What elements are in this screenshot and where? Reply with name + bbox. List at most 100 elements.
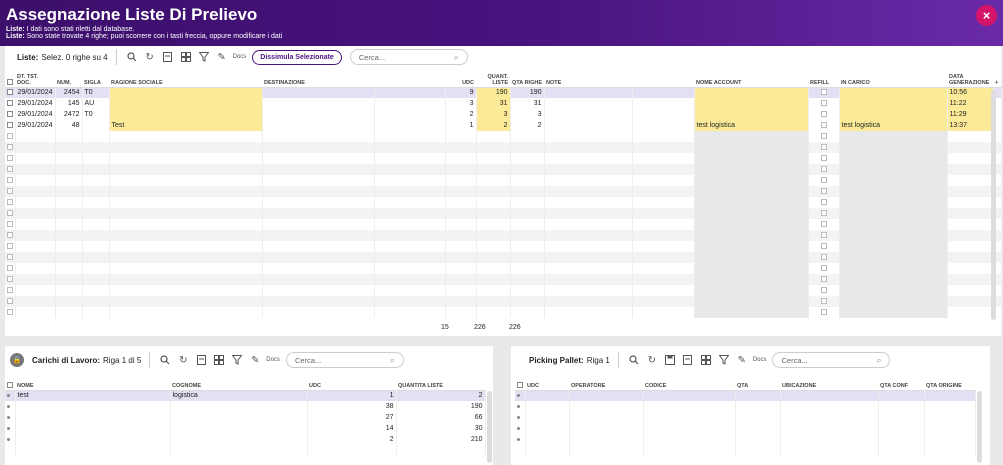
table-row[interactable] [515,401,976,412]
pallet-scrollbar[interactable] [977,391,982,463]
table-row[interactable]: 29/01/2024 48 Test 1 2 2 test logistica test lo… [5,120,1002,131]
row-checkbox[interactable] [5,98,16,109]
row-checkbox[interactable] [5,219,16,230]
cell-note[interactable] [544,252,633,263]
col-qta-origine[interactable]: QTA ORIGINE [924,371,975,391]
cell-destinazione[interactable] [262,87,375,98]
docs-icon[interactable]: ✎ [215,50,229,64]
cell-in-carico[interactable] [839,87,948,98]
refill-checkbox[interactable] [820,298,827,305]
search-icon[interactable] [627,353,641,367]
row-checkbox[interactable] [5,230,16,241]
table-row[interactable]: 27 66 [5,412,486,423]
cell-nome-account[interactable]: test logistica [694,120,809,131]
docs-label[interactable]: Docs [753,357,767,363]
cell-note[interactable] [544,307,633,318]
export-icon[interactable] [194,353,208,367]
row-checkbox[interactable] [5,197,16,208]
table-row[interactable] [515,412,976,423]
cell-note[interactable] [544,109,633,120]
cell-destinazione[interactable] [262,296,375,307]
cell-refill[interactable] [808,175,840,186]
cell-note[interactable] [544,197,633,208]
cell-refill[interactable] [808,241,840,252]
cell-destinazione[interactable] [262,109,375,120]
refill-checkbox[interactable] [820,188,827,195]
row-checkbox[interactable] [5,164,16,175]
cell-destinazione[interactable] [262,263,375,274]
row-checkbox-box[interactable] [7,276,13,283]
row-checkbox-box[interactable] [7,309,13,316]
col-sigla[interactable]: SIGLA [82,68,109,88]
table-row[interactable]: 29/01/2024 145 AU 3 31 31 11:22 [5,98,1002,109]
cell-note[interactable] [544,274,633,285]
col-data-generazione[interactable]: DATA GENERAZIONE [947,68,993,88]
refill-checkbox[interactable] [820,166,827,173]
row-checkbox-box[interactable] [7,254,13,261]
cell-destinazione[interactable] [262,120,375,131]
cell-nome-account[interactable] [694,98,809,109]
col-udc[interactable]: UDC [307,371,396,391]
cell-refill[interactable] [808,296,840,307]
select-all-checkbox[interactable] [5,371,15,391]
cell-note[interactable] [544,164,633,175]
columns-icon[interactable] [179,50,193,64]
table-row[interactable] [5,197,1002,208]
cell-quant-liste[interactable]: 3 [476,109,511,120]
cell-refill[interactable] [808,87,840,98]
row-checkbox-box[interactable] [7,177,13,184]
cell-destinazione[interactable] [262,175,375,186]
row-checkbox[interactable] [5,186,16,197]
col-udc[interactable]: UDC [525,371,569,391]
row-checkbox[interactable] [5,252,16,263]
row-bullet[interactable] [5,390,16,401]
cell-ragione-sociale[interactable] [109,98,263,109]
docs-icon[interactable]: ✎ [248,353,262,367]
row-checkbox-box[interactable] [7,144,13,151]
row-checkbox-box[interactable] [7,89,13,96]
row-checkbox[interactable] [5,274,16,285]
row-checkbox-box[interactable] [7,221,13,228]
cell-note[interactable] [544,285,633,296]
cell-refill[interactable] [808,109,840,120]
row-checkbox-box[interactable] [7,122,13,129]
save-icon[interactable] [663,353,677,367]
cell-quant-liste[interactable]: 31 [476,98,511,109]
row-bullet[interactable] [5,401,16,412]
col-udc[interactable]: UDC [445,68,476,88]
row-checkbox[interactable] [5,241,16,252]
refill-checkbox[interactable] [820,122,827,129]
row-checkbox[interactable] [5,285,16,296]
cell-nome-account[interactable] [694,87,809,98]
cell-refill[interactable] [808,252,840,263]
add-column-icon[interactable]: + [993,68,1001,88]
select-all-checkbox[interactable] [5,68,15,88]
table-row[interactable] [5,142,1002,153]
col-nome[interactable]: NOME [15,371,170,391]
col-dt-tst-doc[interactable]: DT. TST. DOC. [15,68,55,88]
cell-note[interactable] [544,241,633,252]
cell-note[interactable] [544,153,633,164]
refill-checkbox[interactable] [820,155,827,162]
cell-refill[interactable] [808,307,840,318]
row-checkbox-box[interactable] [7,232,13,239]
row-checkbox-box[interactable] [7,133,13,140]
lock-icon[interactable]: 🔒 [10,353,24,367]
refill-checkbox[interactable] [820,89,827,96]
liste-search-input[interactable]: Cerca... ⌕ [349,49,468,65]
cell-ragione-sociale[interactable] [109,87,263,98]
table-row[interactable]: 14 30 [5,423,486,434]
refill-checkbox[interactable] [820,133,827,140]
filter-icon[interactable] [230,353,244,367]
table-row[interactable]: 38 190 [5,401,486,412]
cell-in-carico[interactable]: test logistica [839,120,948,131]
table-row[interactable] [5,175,1002,186]
refill-checkbox[interactable] [820,254,827,261]
row-checkbox[interactable] [5,208,16,219]
row-checkbox-box[interactable] [7,298,13,305]
table-row[interactable] [5,252,1002,263]
cell-refill[interactable] [808,98,840,109]
columns-icon[interactable] [699,353,713,367]
cell-destinazione[interactable] [262,186,375,197]
table-row[interactable] [5,263,1002,274]
